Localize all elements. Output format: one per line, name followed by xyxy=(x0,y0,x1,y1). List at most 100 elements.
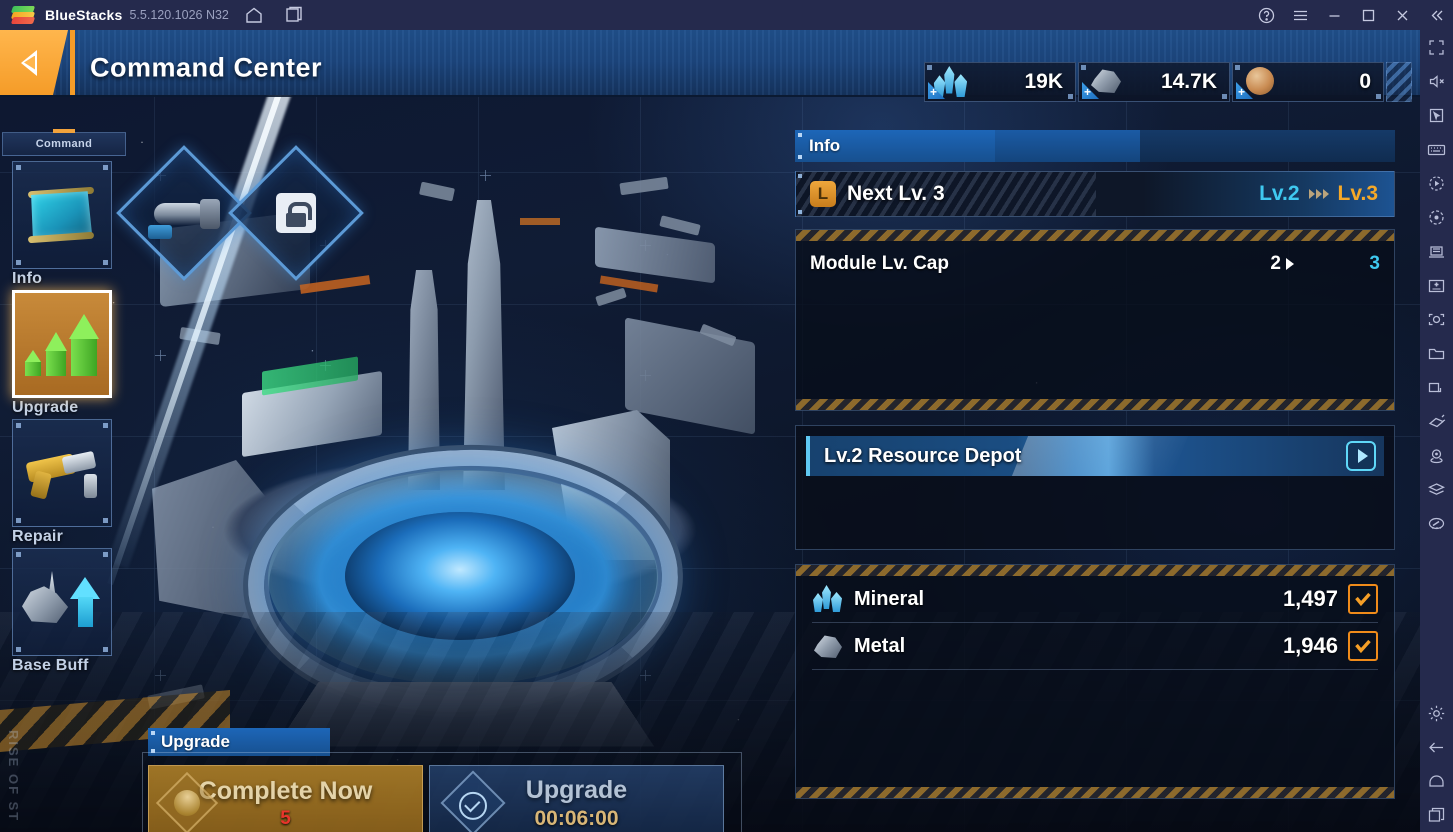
complete-now-button[interactable]: Complete Now 5 xyxy=(148,765,423,832)
resource-bar: + 19K + 14.7K + 0 xyxy=(922,62,1412,102)
recent-apps-icon[interactable] xyxy=(1420,798,1453,832)
keyboard-controls-icon[interactable] xyxy=(1420,132,1453,166)
upgrade-button[interactable]: Upgrade 00:06:00 xyxy=(429,765,724,832)
sidebar-repair-icon-box xyxy=(12,419,112,527)
sidebar-header-label: Command xyxy=(35,138,93,150)
lock-icon xyxy=(276,193,316,233)
sidebar-item-label: Repair xyxy=(12,528,63,545)
tabbar-fill-right xyxy=(1140,130,1395,162)
stat-key: Module Lv. Cap xyxy=(810,253,949,274)
fullscreen-icon[interactable] xyxy=(1420,30,1453,64)
level-to: Lv.3 xyxy=(1337,182,1378,205)
back-chevron-icon xyxy=(21,49,37,76)
install-apk-icon[interactable] xyxy=(1420,268,1453,302)
stat-row: Module Lv. Cap 2 3 xyxy=(810,241,1380,287)
home-icon[interactable] xyxy=(1420,764,1453,798)
tab-upgrade[interactable]: Upgrade xyxy=(148,728,330,756)
command-sidebar: Command Info Upgrade Repair Base Buff xyxy=(2,132,126,677)
multi-instance-icon[interactable] xyxy=(279,0,309,30)
location-icon[interactable] xyxy=(1420,438,1453,472)
sidebar-base-buff-icon-box xyxy=(12,548,112,656)
back-icon[interactable] xyxy=(1420,730,1453,764)
stat-arrow-icon xyxy=(1286,258,1294,270)
bluestacks-toolbar xyxy=(1420,30,1453,832)
tab-upgrade-label: Upgrade xyxy=(161,732,230,751)
cost-name: Metal xyxy=(854,634,906,657)
tilt-control-icon[interactable] xyxy=(1420,404,1453,438)
sidebar-item-base-buff[interactable]: Base Buff xyxy=(2,548,126,675)
upgrade-actions: Complete Now 5 Upgrade 00:06:00 xyxy=(148,765,736,832)
next-level-stripes xyxy=(796,172,1096,216)
sidebar-item-info[interactable]: Info xyxy=(2,161,126,288)
home-icon[interactable] xyxy=(239,0,269,30)
scroll-icon xyxy=(24,184,100,246)
mineral-value: 19K xyxy=(1024,70,1063,93)
multi-instance-manager-icon[interactable] xyxy=(1420,234,1453,268)
complete-now-cost: 5 xyxy=(280,807,291,829)
cost-card-inner: Mineral 1,497 Metal 1,946 xyxy=(796,565,1394,681)
mute-icon[interactable] xyxy=(1420,64,1453,98)
game-watermark: RISE OF ST xyxy=(6,729,21,822)
rotate-icon[interactable] xyxy=(1420,200,1453,234)
unlock-card: Lv.2 Resource Depot xyxy=(795,425,1395,550)
layers-icon[interactable] xyxy=(1420,472,1453,506)
complete-now-label: Complete Now xyxy=(198,776,373,805)
game-header: Command Center + 19K + 14.7K + 0 xyxy=(0,30,1420,102)
level-transition: Lv.2 Lv.3 xyxy=(1259,182,1378,206)
unlock-row[interactable]: Lv.2 Resource Depot xyxy=(806,436,1384,476)
chevron-right-icon[interactable] xyxy=(1346,441,1376,471)
upgrade-timer: 00:06:00 xyxy=(534,806,619,830)
grid-marker xyxy=(480,170,491,181)
page-title: Command Center xyxy=(90,52,323,83)
cost-row: Mineral 1,497 xyxy=(812,576,1378,623)
sidebar-item-upgrade[interactable]: Upgrade xyxy=(2,290,126,417)
app-name: BlueStacks xyxy=(45,7,123,23)
unlock-sheen xyxy=(1011,436,1189,476)
level-from: Lv.2 xyxy=(1259,182,1300,205)
header-divider xyxy=(70,30,75,95)
settings-icon[interactable] xyxy=(1420,696,1453,730)
screenshot-icon[interactable] xyxy=(1420,302,1453,336)
cost-amount: 1,946 xyxy=(1282,633,1338,658)
stats-card-inner: Module Lv. Cap 2 3 xyxy=(796,230,1394,298)
upgrade-panel: Upgrade Complete Now 5 Upgrade 00:06:00 xyxy=(142,728,742,832)
game-viewport[interactable]: Command Center + 19K + 14.7K + 0 Command… xyxy=(0,30,1420,832)
crystal-icon xyxy=(812,584,846,614)
metal-value: 14.7K xyxy=(1160,70,1217,93)
window-resize-icon[interactable] xyxy=(1420,370,1453,404)
tabbar-fill-left xyxy=(995,130,1140,162)
station-accent xyxy=(520,218,560,225)
cost-satisfied-check-icon xyxy=(1348,584,1378,614)
unlock-label: Lv.2 Resource Depot xyxy=(824,444,1022,467)
tab-info[interactable]: Info xyxy=(795,130,995,162)
cursor-icon[interactable] xyxy=(1420,98,1453,132)
next-level-label: Next Lv. 3 xyxy=(847,182,945,205)
help-icon[interactable] xyxy=(1249,0,1283,30)
resource-metal[interactable]: + 14.7K xyxy=(1078,62,1230,102)
metal-ore-icon xyxy=(812,631,846,661)
sidebar-upgrade-icon-box xyxy=(12,290,112,398)
food-value: 0 xyxy=(1359,70,1371,93)
maximize-icon[interactable] xyxy=(1351,0,1385,30)
collapse-icon[interactable] xyxy=(1419,0,1453,30)
sidebar-info-icon-box xyxy=(12,161,112,269)
resource-food[interactable]: + 0 xyxy=(1232,62,1384,102)
cost-amount: 1,497 xyxy=(1282,586,1338,611)
grid-marker xyxy=(155,350,166,361)
cost-row: Metal 1,946 xyxy=(812,623,1378,670)
sidebar-header: Command xyxy=(2,132,126,156)
sidebar-item-repair[interactable]: Repair xyxy=(2,419,126,546)
resource-mineral[interactable]: + 19K xyxy=(924,62,1076,102)
bluestacks-logo-icon xyxy=(10,4,36,26)
next-level-row: L Next Lv. 3 Lv.2 Lv.3 xyxy=(795,171,1395,217)
close-icon[interactable] xyxy=(1385,0,1419,30)
media-manager-icon[interactable] xyxy=(1420,336,1453,370)
eco-mode-icon[interactable] xyxy=(1420,506,1453,540)
record-macro-icon[interactable] xyxy=(1420,166,1453,200)
cost-card: Mineral 1,497 Metal 1,946 xyxy=(795,564,1395,799)
menu-icon[interactable] xyxy=(1283,0,1317,30)
minimize-icon[interactable] xyxy=(1317,0,1351,30)
cost-name: Mineral xyxy=(854,587,925,610)
stat-next: 3 xyxy=(1369,253,1380,274)
check-circle-icon xyxy=(440,770,506,832)
